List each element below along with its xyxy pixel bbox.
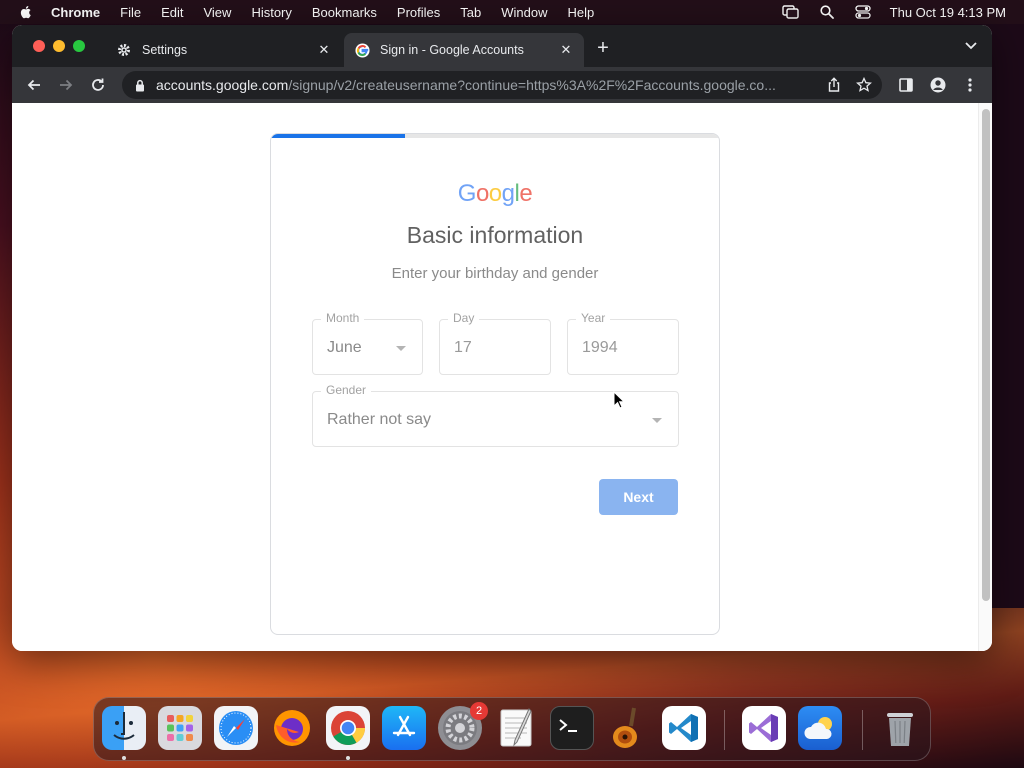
visual-studio-icon[interactable] <box>742 706 786 750</box>
finder-icon[interactable] <box>102 706 146 750</box>
firefox-icon[interactable] <box>270 706 314 750</box>
dropdown-caret-icon <box>652 418 662 423</box>
lock-icon[interactable] <box>134 78 146 92</box>
bookmark-star-icon[interactable] <box>856 77 872 93</box>
minimize-window-button[interactable] <box>53 40 65 52</box>
control-center-icon[interactable] <box>854 5 872 19</box>
month-select[interactable]: Month June <box>312 311 423 375</box>
spotlight-search-icon[interactable] <box>818 5 836 19</box>
day-value: 17 <box>454 339 472 356</box>
new-tab-button[interactable]: + <box>595 38 611 58</box>
tab-label: Sign in - Google Accounts <box>380 43 524 57</box>
textedit-icon[interactable] <box>494 706 538 750</box>
day-label: Day <box>448 311 480 325</box>
close-tab-icon[interactable]: ✕ <box>558 42 574 58</box>
back-arrow-icon[interactable] <box>24 75 44 95</box>
progress-bar <box>271 134 719 138</box>
share-icon[interactable] <box>826 77 842 93</box>
launchpad-icon[interactable] <box>158 706 202 750</box>
progress-fill <box>271 134 406 138</box>
menu-bookmarks[interactable]: Bookmarks <box>312 5 377 20</box>
month-label: Month <box>321 311 365 325</box>
apple-menu-icon[interactable] <box>18 4 34 20</box>
gear-icon <box>116 42 132 58</box>
tab-settings[interactable]: Settings ✕ <box>106 33 342 67</box>
close-window-button[interactable] <box>33 40 45 52</box>
google-g-icon <box>354 42 370 58</box>
logo-letter: o <box>475 180 489 207</box>
page-subtitle: Enter your birthday and gender <box>391 265 599 282</box>
google-logo: Google <box>271 180 719 208</box>
garageband-icon[interactable] <box>606 706 650 750</box>
zoom-window-button[interactable] <box>73 40 85 52</box>
more-menu-icon[interactable] <box>960 75 980 95</box>
menu-view[interactable]: View <box>203 5 231 20</box>
logo-letter: G <box>457 180 477 207</box>
side-panel-icon[interactable] <box>896 75 916 95</box>
url-text[interactable]: accounts.google.com/signup/v2/createuser… <box>156 77 816 93</box>
url-host: accounts.google.com <box>156 77 289 93</box>
safari-icon[interactable] <box>214 706 258 750</box>
menu-edit[interactable]: Edit <box>161 5 183 20</box>
scrollbar-thumb[interactable] <box>982 109 990 601</box>
logo-letter: g <box>501 180 515 207</box>
year-label: Year <box>576 311 611 325</box>
browser-toolbar: accounts.google.com/signup/v2/createuser… <box>12 67 992 103</box>
dock-separator <box>724 710 725 750</box>
menu-history[interactable]: History <box>251 5 291 20</box>
logo-letter: o <box>488 180 502 207</box>
month-value: June <box>327 339 362 356</box>
notification-badge: 2 <box>470 702 488 720</box>
close-tab-icon[interactable]: ✕ <box>316 42 332 58</box>
menu-window[interactable]: Window <box>501 5 547 20</box>
year-value: 1994 <box>582 339 618 356</box>
trash-icon[interactable] <box>878 706 922 750</box>
menu-tab[interactable]: Tab <box>460 5 481 20</box>
profile-avatar-icon[interactable] <box>928 75 948 95</box>
gender-label: Gender <box>321 383 372 397</box>
reload-icon[interactable] <box>88 75 108 95</box>
menu-bar: Chrome File Edit View History Bookmarks … <box>0 0 1024 24</box>
chrome-icon[interactable] <box>326 706 370 750</box>
running-indicator <box>346 756 350 760</box>
logo-letter: e <box>519 180 533 207</box>
app-store-icon[interactable] <box>382 706 426 750</box>
menu-help[interactable]: Help <box>568 5 595 20</box>
tab-search-chevron-icon[interactable] <box>964 41 978 51</box>
address-bar[interactable]: accounts.google.com/signup/v2/createuser… <box>122 71 882 99</box>
running-indicator <box>122 756 126 760</box>
tab-label: Settings <box>142 43 188 57</box>
next-button[interactable]: Next <box>599 479 678 515</box>
year-input[interactable]: Year 1994 <box>567 311 679 375</box>
tab-google-accounts[interactable]: Sign in - Google Accounts ✕ <box>344 33 584 67</box>
screen-mirroring-icon[interactable] <box>781 5 800 19</box>
dock: 2 <box>93 697 931 761</box>
menu-clock[interactable]: Thu Oct 19 4:13 PM <box>890 5 1006 20</box>
forward-arrow-icon[interactable] <box>56 75 76 95</box>
day-input[interactable]: Day 17 <box>439 311 551 375</box>
weather-icon[interactable] <box>798 706 842 750</box>
vscode-icon[interactable] <box>662 706 706 750</box>
gender-value: Rather not say <box>327 411 432 428</box>
menu-profiles[interactable]: Profiles <box>397 5 440 20</box>
signup-card: Google Basic information Enter your birt… <box>270 133 720 635</box>
dock-separator <box>862 710 863 750</box>
page-title: Basic information <box>406 222 584 248</box>
menu-file[interactable]: File <box>120 5 141 20</box>
dropdown-caret-icon <box>396 346 406 351</box>
menu-app-chrome[interactable]: Chrome <box>51 5 100 20</box>
page-viewport: Google Basic information Enter your birt… <box>12 103 992 651</box>
tab-strip: Settings ✕ Sign in - Google Accounts ✕ + <box>12 25 992 67</box>
url-path: /signup/v2/createusername?continue=https… <box>288 77 776 93</box>
mouse-pointer-icon <box>613 391 625 409</box>
chrome-window: Settings ✕ Sign in - Google Accounts ✕ + <box>12 25 992 651</box>
terminal-icon[interactable] <box>550 706 594 750</box>
